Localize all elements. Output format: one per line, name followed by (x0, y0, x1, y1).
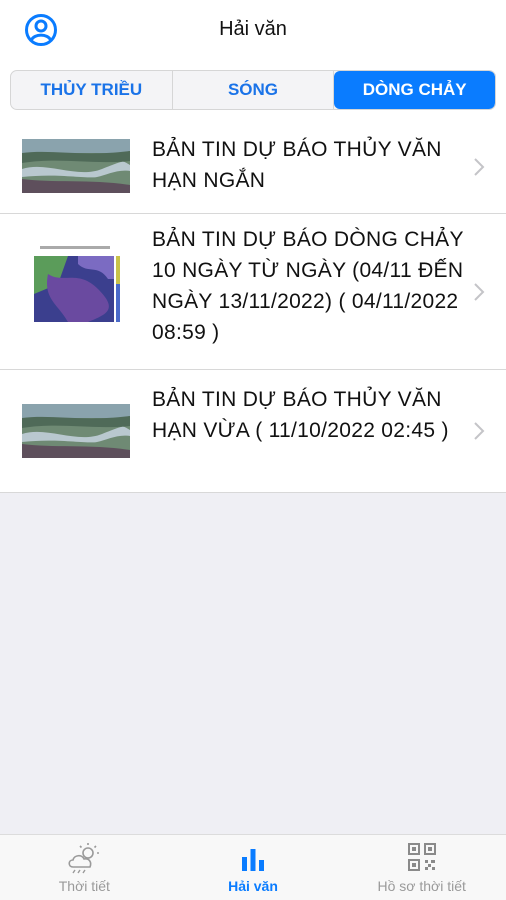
chevron-right-icon (474, 283, 485, 301)
bottom-nav-label: Hải văn (228, 878, 278, 894)
page-title: Hải văn (219, 18, 287, 40)
bulletin-list: BẢN TIN DỰ BÁO THỦY VĂN HẠN NGẮN BẢN TIN… (0, 120, 506, 493)
list-item[interactable]: BẢN TIN DỰ BÁO THỦY VĂN HẠN VỪA ( 11/10/… (0, 370, 506, 493)
current-map-thumbnail (28, 244, 124, 328)
list-item-title: BẢN TIN DỰ BÁO DÒNG CHẢY 10 NGÀY TỪ NGÀY… (152, 228, 464, 344)
qr-code-icon (407, 843, 436, 871)
bottom-nav-label: Hồ sơ thời tiết (377, 878, 466, 894)
bottom-nav-hai-van[interactable]: Hải văn (169, 835, 338, 900)
bottom-nav-thoi-tiet[interactable]: Thời tiết (0, 835, 169, 900)
river-aerial-thumbnail (22, 404, 130, 458)
bottom-nav-label: Thời tiết (58, 878, 110, 894)
tab-song[interactable]: SÓNG (173, 71, 335, 109)
river-aerial-thumbnail (22, 139, 130, 193)
tab-thuy-trieu[interactable]: THỦY TRIỀU (11, 71, 173, 109)
chevron-right-icon (474, 422, 485, 440)
weather-cloud-sun-icon (68, 843, 100, 874)
tab-dong-chay[interactable]: DÒNG CHẢY (334, 71, 495, 109)
bottom-nav-ho-so-thoi-tiet[interactable]: Hồ sơ thời tiết (337, 835, 506, 900)
list-item[interactable]: BẢN TIN DỰ BÁO DÒNG CHẢY 10 NGÀY TỪ NGÀY… (0, 214, 506, 370)
chevron-right-icon (474, 158, 485, 176)
header-bar: Hải văn (0, 0, 506, 60)
segmented-control: THỦY TRIỀU SÓNG DÒNG CHẢY (10, 70, 496, 110)
list-item-title: BẢN TIN DỰ BÁO THỦY VĂN HẠN NGẮN (152, 138, 442, 192)
list-item-title: BẢN TIN DỰ BÁO THỦY VĂN HẠN VỪA ( 11/10/… (152, 388, 449, 442)
bottom-tab-bar: Thời tiết Hải văn Hồ sơ thời tiết (0, 834, 506, 900)
bar-chart-icon (242, 849, 264, 871)
tab-bar-container: THỦY TRIỀU SÓNG DÒNG CHẢY (0, 60, 506, 120)
list-item[interactable]: BẢN TIN DỰ BÁO THỦY VĂN HẠN NGẮN (0, 120, 506, 214)
